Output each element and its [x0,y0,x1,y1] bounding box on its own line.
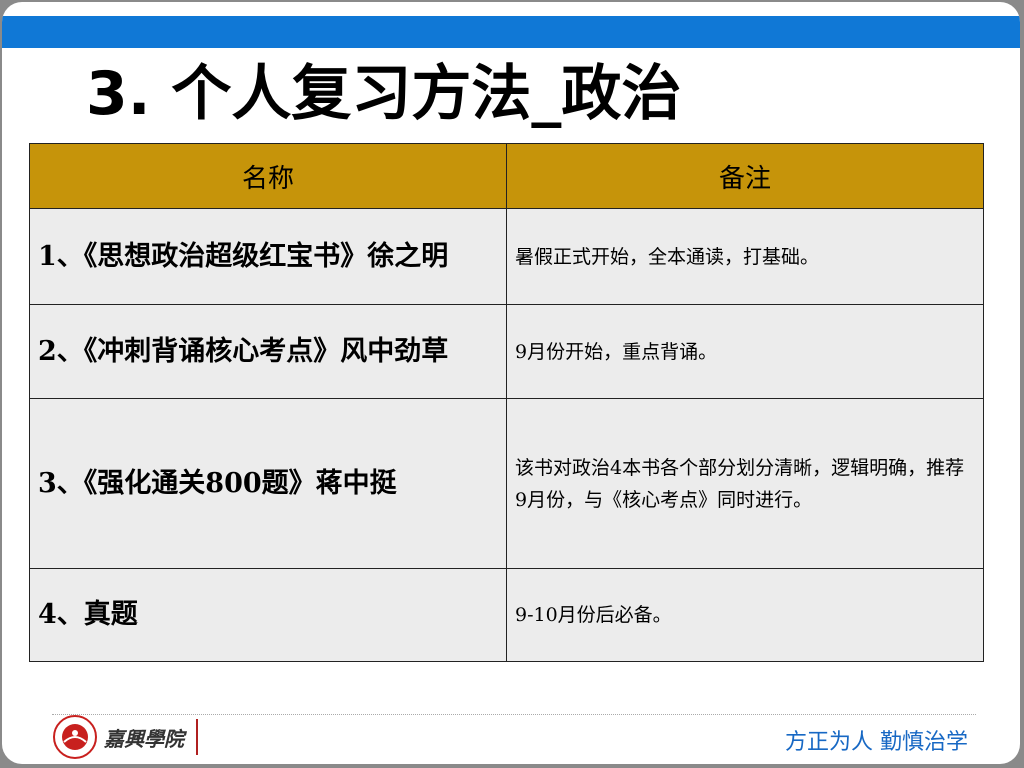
book-name-cell: 3、《强化通关800题》蒋中挺 [29,398,507,569]
logo-divider [196,719,198,755]
top-banner-bar [2,16,1020,48]
book-name-cell: 2、《冲刺背诵核心考点》风中劲草 [29,304,507,399]
school-logo: 嘉興學院 [52,714,198,760]
school-seal-icon [53,715,97,759]
note-cell: 9-10月份后必备。 [506,568,984,662]
review-methods-table: 名称 备注 1、《思想政治超级红宝书》徐之明 暑假正式开始，全本通读，打基础。 … [29,143,984,662]
note-cell: 9月份开始，重点背诵。 [506,304,984,399]
table-row: 2、《冲刺背诵核心考点》风中劲草 9月份开始，重点背诵。 [29,304,984,399]
note-cell: 该书对政治4本书各个部分划分清晰，逻辑明确，推荐9月份，与《核心考点》同时进行。 [506,398,984,569]
note-cell: 暑假正式开始，全本通读，打基础。 [506,208,984,305]
table-row: 4、真题 9-10月份后必备。 [29,568,984,662]
table-row: 3、《强化通关800题》蒋中挺 该书对政治4本书各个部分划分清晰，逻辑明确，推荐… [29,398,984,569]
table-header-row: 名称 备注 [29,143,984,209]
school-motto: 方正为人 勤慎治学 [785,730,968,755]
slide-title: 3. 个人复习方法_政治 [86,59,682,129]
school-name: 嘉興學院 [104,726,184,751]
table-row: 1、《思想政治超级红宝书》徐之明 暑假正式开始，全本通读，打基础。 [29,208,984,305]
header-name: 名称 [29,143,507,209]
book-name-cell: 1、《思想政治超级红宝书》徐之明 [29,208,507,305]
slide: 3. 个人复习方法_政治 名称 备注 1、《思想政治超级红宝书》徐之明 暑假正式… [2,2,1020,764]
book-name-cell: 4、真题 [29,568,507,662]
header-note: 备注 [506,143,984,209]
